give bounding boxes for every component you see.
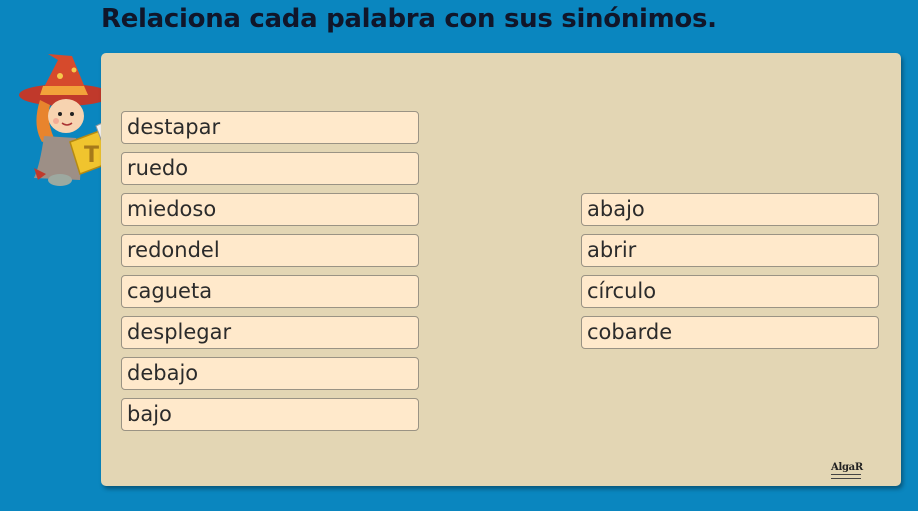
word-circulo[interactable]: círculo [581,275,879,308]
svg-text:T: T [84,143,99,168]
word-debajo[interactable]: debajo [121,357,419,390]
word-abrir[interactable]: abrir [581,234,879,267]
word-cagueta[interactable]: cagueta [121,275,419,308]
word-bajo[interactable]: bajo [121,398,419,431]
word-cobarde[interactable]: cobarde [581,316,879,349]
word-desplegar[interactable]: desplegar [121,316,419,349]
word-redondel[interactable]: redondel [121,234,419,267]
word-abajo[interactable]: abajo [581,193,879,226]
word-destapar[interactable]: destapar [121,111,419,144]
publisher-logo: AlgaR [831,462,863,473]
word-ruedo[interactable]: ruedo [121,152,419,185]
word-miedoso[interactable]: miedoso [121,193,419,226]
publisher-logo-underline [831,474,861,479]
page-title: Relaciona cada palabra con sus sinónimos… [101,4,717,34]
